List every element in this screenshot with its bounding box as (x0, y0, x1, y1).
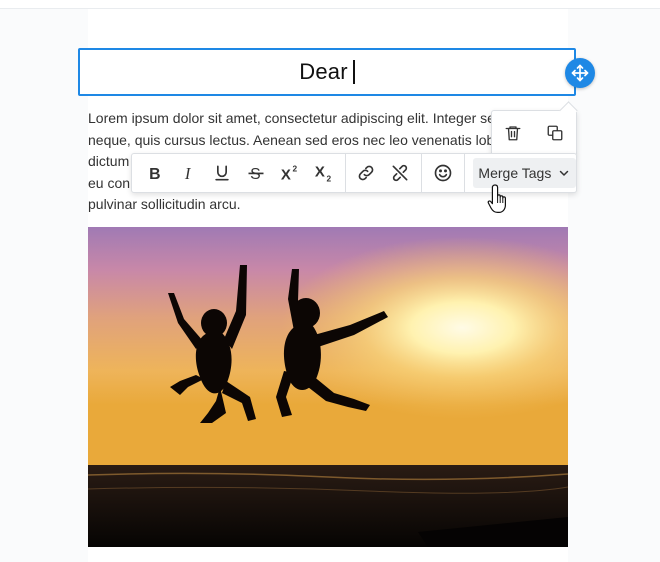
paragraph-line: pulvinar sollicitudin arcu. (88, 196, 241, 212)
move-handle[interactable] (565, 58, 595, 88)
paragraph-line: eu con (88, 174, 131, 191)
svg-text:I: I (183, 164, 191, 183)
strikethrough-button[interactable]: S (239, 157, 273, 189)
superscript-button[interactable]: X2 (273, 157, 307, 189)
block-actions-popover (491, 110, 577, 156)
heading-text[interactable]: Dear (299, 59, 348, 85)
duplicate-block-button[interactable] (541, 119, 569, 147)
strikethrough-icon: S (246, 163, 266, 183)
toolbar-divider (421, 153, 422, 193)
svg-text:X: X (281, 167, 291, 183)
unlink-icon (390, 163, 410, 183)
delete-block-button[interactable] (499, 119, 527, 147)
unlink-button[interactable] (383, 157, 417, 189)
trash-icon (504, 124, 522, 142)
paragraph-line: Lorem ipsum dolor sit amet, consectetur … (88, 110, 495, 126)
subscript-icon: X2 (313, 163, 335, 183)
underline-icon (212, 163, 232, 183)
link-icon (356, 163, 376, 183)
superscript-icon: X2 (279, 163, 301, 183)
svg-text:B: B (149, 166, 160, 183)
toolbar-divider (344, 153, 346, 193)
emoji-icon (433, 163, 453, 183)
bold-icon: B (145, 163, 165, 183)
move-icon (570, 63, 590, 83)
bold-button[interactable]: B (138, 157, 172, 189)
svg-text:2: 2 (326, 173, 331, 183)
heading-block[interactable]: Dear (78, 48, 576, 96)
underline-button[interactable] (206, 157, 240, 189)
paragraph-line: neque, quis cursus lectus. Aenean sed er… (88, 131, 495, 148)
italic-button[interactable]: I (172, 157, 206, 189)
text-caret (352, 60, 355, 84)
toolbar-divider (463, 153, 465, 193)
hand-pointer-icon (487, 183, 513, 215)
svg-text:S: S (250, 166, 261, 183)
top-bar (0, 0, 660, 9)
italic-icon: I (179, 163, 199, 183)
duplicate-icon (546, 124, 564, 142)
svg-text:2: 2 (292, 163, 297, 173)
merge-tags-label: Merge Tags (478, 165, 552, 181)
hero-image (88, 227, 568, 547)
paragraph-line: dictum (88, 153, 130, 169)
svg-text:X: X (314, 163, 324, 180)
chevron-down-icon (558, 167, 570, 179)
link-button[interactable] (350, 157, 384, 189)
subscript-button[interactable]: X2 (307, 157, 341, 189)
emoji-button[interactable] (426, 157, 460, 189)
